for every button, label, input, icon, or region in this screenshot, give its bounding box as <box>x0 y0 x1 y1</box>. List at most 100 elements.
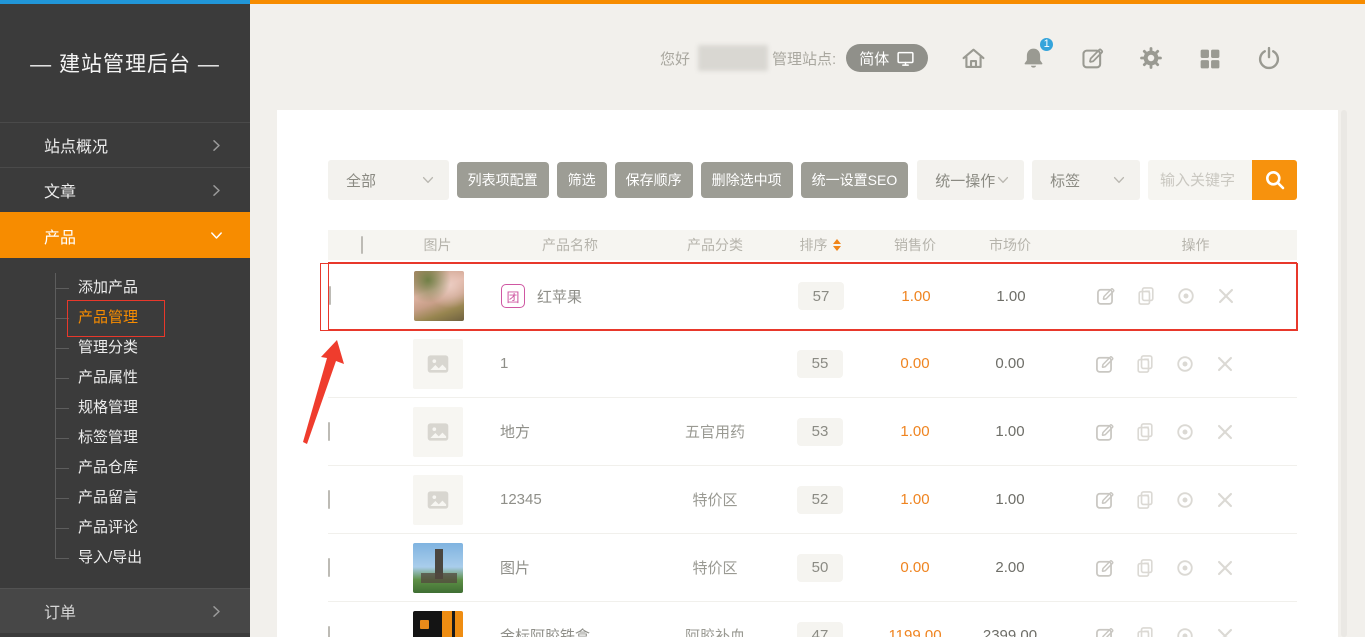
logout-power-icon[interactable] <box>1256 45 1282 71</box>
market-price: 1.00 <box>961 288 1061 305</box>
sidebar-item-articles[interactable]: 文章 <box>0 167 250 212</box>
scrollbar-track[interactable] <box>1341 110 1347 637</box>
sidebar-item-products[interactable]: 产品 <box>0 212 250 258</box>
save-order-button[interactable]: 保存顺序 <box>615 162 693 198</box>
submenu-item-category-management[interactable]: 管理分类 <box>78 333 250 363</box>
preview-eye-icon[interactable] <box>1174 421 1196 443</box>
delete-icon[interactable] <box>1214 489 1236 511</box>
app-title: — 建站管理后台 — <box>0 4 250 122</box>
admin-page: — 建站管理后台 — 站点概况 文章 产品 添加产品 产品管理 管理分类 产品属… <box>0 0 1365 637</box>
product-photo[interactable] <box>414 271 464 321</box>
column-sale-price: 销售价 <box>870 235 960 255</box>
image-placeholder-icon[interactable] <box>413 475 463 525</box>
preview-eye-icon[interactable] <box>1174 557 1196 579</box>
manage-site-label: 管理站点: <box>772 48 836 69</box>
tag-dropdown[interactable]: 标签 <box>1032 160 1140 200</box>
delete-icon[interactable] <box>1214 353 1236 375</box>
copy-icon[interactable] <box>1135 285 1157 307</box>
language-switch-button[interactable]: 简体 <box>846 44 928 72</box>
sort-value[interactable]: 50 <box>797 554 843 582</box>
delete-icon[interactable] <box>1214 421 1236 443</box>
submenu-item-product-management[interactable]: 产品管理 <box>78 303 250 333</box>
sort-value[interactable]: 53 <box>797 418 843 446</box>
submenu-item-product-reviews[interactable]: 产品评论 <box>78 513 250 543</box>
seo-settings-button[interactable]: 统一设置SEO <box>801 162 909 198</box>
chevron-right-icon <box>209 138 224 153</box>
edit-icon[interactable] <box>1094 489 1116 511</box>
submenu-item-add-product[interactable]: 添加产品 <box>78 273 250 303</box>
preview-eye-icon[interactable] <box>1174 489 1196 511</box>
product-photo[interactable] <box>413 543 463 593</box>
delete-selected-button[interactable]: 删除选中项 <box>701 162 793 198</box>
row-checkbox[interactable] <box>328 354 330 373</box>
product-name: 金标阿胶铁盒 <box>500 625 590 637</box>
row-checkbox[interactable] <box>329 286 331 305</box>
sidebar-item-site-overview[interactable]: 站点概况 <box>0 122 250 167</box>
gear-icon[interactable] <box>1138 45 1164 71</box>
row-checkbox[interactable] <box>328 490 330 509</box>
edit-icon[interactable] <box>1094 421 1116 443</box>
table-row: 图片 特价区 50 0.00 2.00 <box>328 534 1297 602</box>
chevron-down-icon <box>209 228 224 243</box>
column-actions: 操作 <box>1060 235 1297 255</box>
batch-operation-dropdown[interactable]: 统一操作 <box>917 160 1024 200</box>
product-photo[interactable] <box>413 611 463 637</box>
home-icon[interactable] <box>960 45 987 72</box>
row-checkbox[interactable] <box>328 422 330 441</box>
list-config-button[interactable]: 列表项配置 <box>457 162 549 198</box>
select-all-checkbox[interactable] <box>361 236 363 254</box>
submenu-item-tag-management[interactable]: 标签管理 <box>78 423 250 453</box>
image-placeholder-icon[interactable] <box>413 339 463 389</box>
submenu-item-product-messages[interactable]: 产品留言 <box>78 483 250 513</box>
notification-bell-icon[interactable]: 1 <box>1020 45 1047 72</box>
edit-icon[interactable] <box>1094 557 1116 579</box>
column-product-name: 产品名称 <box>480 235 660 255</box>
top-header: 您好 管理站点: 简体 1 <box>660 42 1282 74</box>
sidebar-item-orders[interactable]: 订单 <box>0 588 250 633</box>
product-name: 图片 <box>500 557 530 578</box>
search-input[interactable] <box>1148 160 1252 200</box>
delete-icon[interactable] <box>1214 557 1236 579</box>
copy-icon[interactable] <box>1134 421 1156 443</box>
copy-icon[interactable] <box>1134 489 1156 511</box>
sort-value[interactable]: 52 <box>797 486 843 514</box>
row-checkbox[interactable] <box>328 626 330 637</box>
market-price: 2.00 <box>960 559 1060 576</box>
copy-icon[interactable] <box>1134 625 1156 637</box>
preview-eye-icon[interactable] <box>1175 285 1197 307</box>
submenu-item-spec-management[interactable]: 规格管理 <box>78 393 250 423</box>
chevron-right-icon <box>209 183 224 198</box>
copy-icon[interactable] <box>1134 353 1156 375</box>
submenu-item-import-export[interactable]: 导入/导出 <box>78 543 250 573</box>
sort-value[interactable]: 47 <box>797 622 843 637</box>
chevron-down-icon <box>421 173 435 187</box>
sale-price: 1.00 <box>870 423 960 440</box>
row-checkbox[interactable] <box>328 558 330 577</box>
submenu-item-product-warehouse[interactable]: 产品仓库 <box>78 453 250 483</box>
market-price: 1.00 <box>960 491 1060 508</box>
preview-eye-icon[interactable] <box>1174 625 1196 637</box>
chevron-down-icon <box>996 173 1010 187</box>
table-body: 团 红苹果 57 1.00 1.00 1 55 <box>328 262 1297 637</box>
delete-icon[interactable] <box>1214 625 1236 637</box>
edit-icon[interactable] <box>1080 45 1106 71</box>
edit-icon[interactable] <box>1094 353 1116 375</box>
submenu-item-product-attributes[interactable]: 产品属性 <box>78 363 250 393</box>
search-button[interactable] <box>1252 160 1297 200</box>
preview-eye-icon[interactable] <box>1174 353 1196 375</box>
filter-button[interactable]: 筛选 <box>557 162 607 198</box>
sidebar: — 建站管理后台 — 站点概况 文章 产品 添加产品 产品管理 管理分类 产品属… <box>0 4 250 637</box>
edit-icon[interactable] <box>1094 625 1116 637</box>
sort-arrows-icon[interactable] <box>833 239 841 251</box>
edit-icon[interactable] <box>1095 285 1117 307</box>
sort-value[interactable]: 57 <box>798 282 844 310</box>
category-filter-dropdown[interactable]: 全部 <box>328 160 449 200</box>
apps-grid-icon[interactable] <box>1197 46 1222 71</box>
product-category: 特价区 <box>660 557 770 578</box>
column-sort[interactable]: 排序 <box>770 235 870 255</box>
sort-value[interactable]: 55 <box>797 350 843 378</box>
delete-icon[interactable] <box>1215 285 1237 307</box>
copy-icon[interactable] <box>1134 557 1156 579</box>
market-price: 2399.00 <box>960 627 1060 637</box>
image-placeholder-icon[interactable] <box>413 407 463 457</box>
